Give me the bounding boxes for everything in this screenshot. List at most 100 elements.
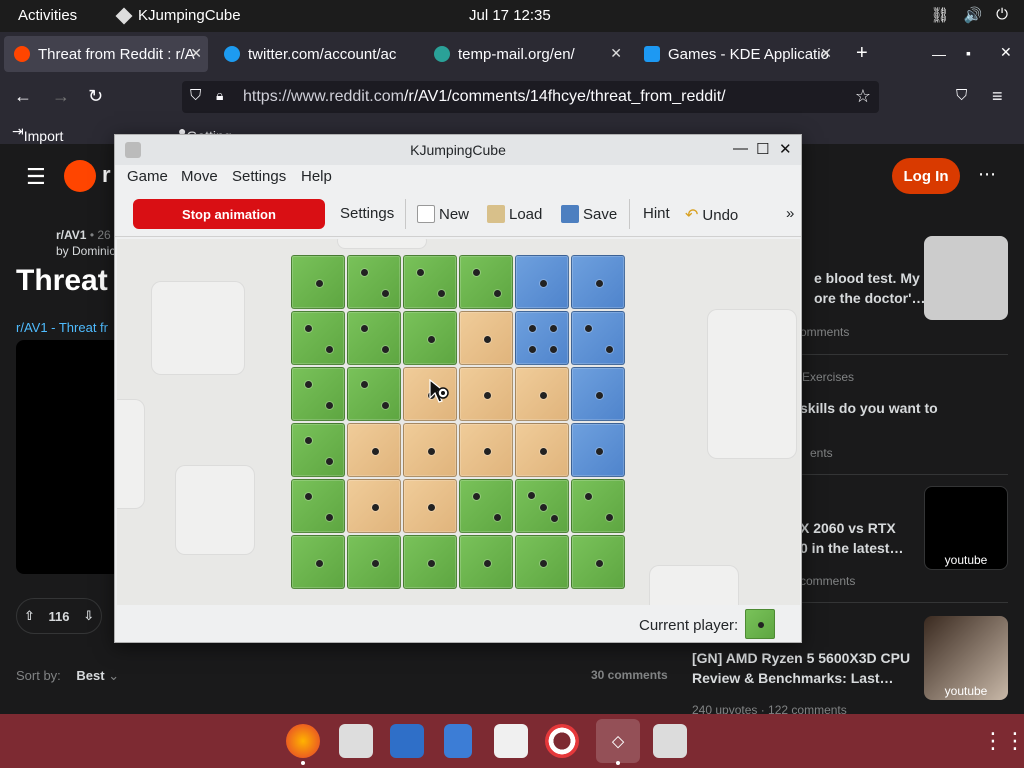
tab-kde-games[interactable]: Games - KDE Applicatio ✕ <box>634 36 838 72</box>
tab-twitter[interactable]: twitter.com/account/ac <box>214 36 418 72</box>
app-menu-icon[interactable]: ≡ <box>992 86 1003 107</box>
forward-icon[interactable]: → <box>52 86 70 107</box>
cube-board[interactable] <box>291 255 629 593</box>
cube-green[interactable] <box>291 367 345 421</box>
downvote-icon[interactable]: ⇩ <box>83 608 94 624</box>
cube-green[interactable] <box>347 367 401 421</box>
cube-green[interactable] <box>571 535 625 589</box>
stop-animation-button[interactable]: Stop animation <box>133 199 325 229</box>
hint-button[interactable]: Hint <box>643 205 670 222</box>
post-subreddit[interactable]: r/AV1 • 26 <box>56 228 111 242</box>
thumbnail-1[interactable] <box>924 236 1008 320</box>
cube-orange[interactable] <box>403 479 457 533</box>
cube-green[interactable] <box>291 255 345 309</box>
clock[interactable]: Jul 17 12:35 <box>469 7 551 24</box>
cube-green[interactable] <box>291 479 345 533</box>
cube-green[interactable] <box>459 535 513 589</box>
post-link[interactable]: r/AV1 - Threat fr <box>16 320 108 335</box>
cube-blue[interactable] <box>515 255 569 309</box>
help-icon[interactable] <box>545 724 579 758</box>
post-media[interactable] <box>16 340 120 574</box>
close-icon[interactable]: ✕ <box>779 140 792 158</box>
minimize-icon[interactable]: — <box>932 46 946 62</box>
cube-blue[interactable] <box>515 311 569 365</box>
menu-settings[interactable]: Settings <box>232 168 286 185</box>
bookmark-star-icon[interactable]: ☆ <box>855 86 871 107</box>
toolbar-overflow-button[interactable]: » <box>786 205 794 222</box>
side-item-4[interactable]: [GN] AMD Ryzen 5 5600X3D CPU Review & Ben… <box>692 648 910 688</box>
side-category-2[interactable]: Exercises <box>802 370 854 384</box>
save-button[interactable]: Save <box>561 205 617 223</box>
menu-icon[interactable]: ☰ <box>26 164 46 190</box>
system-tray[interactable]: ⛓ 🔊 ⏻ <box>930 6 1008 24</box>
close-tab-icon[interactable]: ✕ <box>820 45 832 62</box>
cube-green[interactable] <box>291 535 345 589</box>
cube-blue[interactable] <box>571 423 625 477</box>
tab-tempmail[interactable]: temp-mail.org/en/ ✕ <box>424 36 628 72</box>
close-tab-icon[interactable]: ✕ <box>190 45 202 62</box>
cube-green[interactable] <box>403 255 457 309</box>
cube-orange[interactable] <box>347 423 401 477</box>
cube-green[interactable] <box>291 423 345 477</box>
cube-green[interactable] <box>347 535 401 589</box>
side-item-3[interactable]: X 2060 vs RTX 0 in the latest… <box>800 518 903 558</box>
load-button[interactable]: Load <box>487 205 542 223</box>
cube-blue[interactable] <box>571 255 625 309</box>
post-author[interactable]: by Dominic <box>56 244 115 258</box>
cube-orange[interactable] <box>515 423 569 477</box>
side-item-2[interactable]: skills do you want to <box>800 398 938 418</box>
shield-icon[interactable]: ⛉ <box>190 87 201 104</box>
trash-icon[interactable] <box>653 724 687 758</box>
upvote-icon[interactable]: ⇧ <box>24 608 35 624</box>
maximize-icon[interactable]: ▪ <box>966 45 971 61</box>
show-apps-icon[interactable]: ⋮⋮⋮ <box>982 728 1024 754</box>
cube-blue[interactable] <box>571 311 625 365</box>
close-window-icon[interactable]: ✕ <box>1000 44 1012 61</box>
cube-orange[interactable] <box>459 311 513 365</box>
back-icon[interactable]: ← <box>14 86 32 107</box>
cube-green[interactable] <box>291 311 345 365</box>
activities-button[interactable]: Activities <box>18 7 77 24</box>
app-menu[interactable]: KJumpingCube <box>115 7 241 24</box>
lock-icon[interactable]: 🔒︎ <box>216 87 223 104</box>
cube-green[interactable] <box>515 479 569 533</box>
sort-by[interactable]: Sort by: Best ⌄ <box>16 668 119 684</box>
thumbnail-3[interactable]: youtube <box>924 486 1008 570</box>
url-bar[interactable]: ⛉ 🔒︎ https://www.reddit.com/r/AV1/commen… <box>182 81 879 113</box>
import-bookmarks-link[interactable]: ⇥ Import bookmarks <box>12 123 92 160</box>
new-button[interactable]: New <box>417 205 469 223</box>
document-viewer-icon[interactable] <box>444 724 472 758</box>
cube-green[interactable] <box>403 311 457 365</box>
window-titlebar[interactable]: KJumpingCube — ☐ ✕ <box>115 135 801 165</box>
pocket-icon[interactable]: ⛉ <box>956 87 967 104</box>
cube-green[interactable] <box>347 311 401 365</box>
close-tab-icon[interactable]: ✕ <box>610 45 622 62</box>
cube-green[interactable] <box>459 255 513 309</box>
minimize-icon[interactable]: — <box>733 140 748 157</box>
menu-game[interactable]: Game <box>127 168 168 185</box>
settings-button[interactable]: Settings <box>340 205 394 222</box>
menu-move[interactable]: Move <box>181 168 218 185</box>
reddit-logo-icon[interactable] <box>64 160 96 192</box>
cube-green[interactable] <box>515 535 569 589</box>
cube-orange[interactable] <box>403 423 457 477</box>
side-item-1[interactable]: e blood test. My ore the doctor'… <box>814 268 925 308</box>
login-button[interactable]: Log In <box>892 158 960 194</box>
reload-icon[interactable]: ↻ <box>88 86 103 107</box>
cube-orange[interactable] <box>459 423 513 477</box>
cube-orange[interactable] <box>459 367 513 421</box>
tab-reddit[interactable]: Threat from Reddit : r/A ✕ <box>4 36 208 72</box>
software-updater-icon[interactable] <box>339 724 373 758</box>
url-text[interactable]: https://www.reddit.com/r/AV1/comments/14… <box>243 88 726 106</box>
undo-button[interactable]: ↶ Undo <box>685 205 738 225</box>
software-store-icon[interactable] <box>494 724 528 758</box>
thumbnail-4[interactable]: youtube <box>924 616 1008 700</box>
more-options-icon[interactable]: ⋯ <box>978 164 996 185</box>
menu-help[interactable]: Help <box>301 168 332 185</box>
firefox-icon[interactable] <box>286 724 320 758</box>
cube-blue[interactable] <box>571 367 625 421</box>
cube-green[interactable] <box>347 255 401 309</box>
text-editor-icon[interactable] <box>390 724 424 758</box>
cube-green[interactable] <box>403 535 457 589</box>
new-tab-button[interactable]: + <box>856 42 868 65</box>
